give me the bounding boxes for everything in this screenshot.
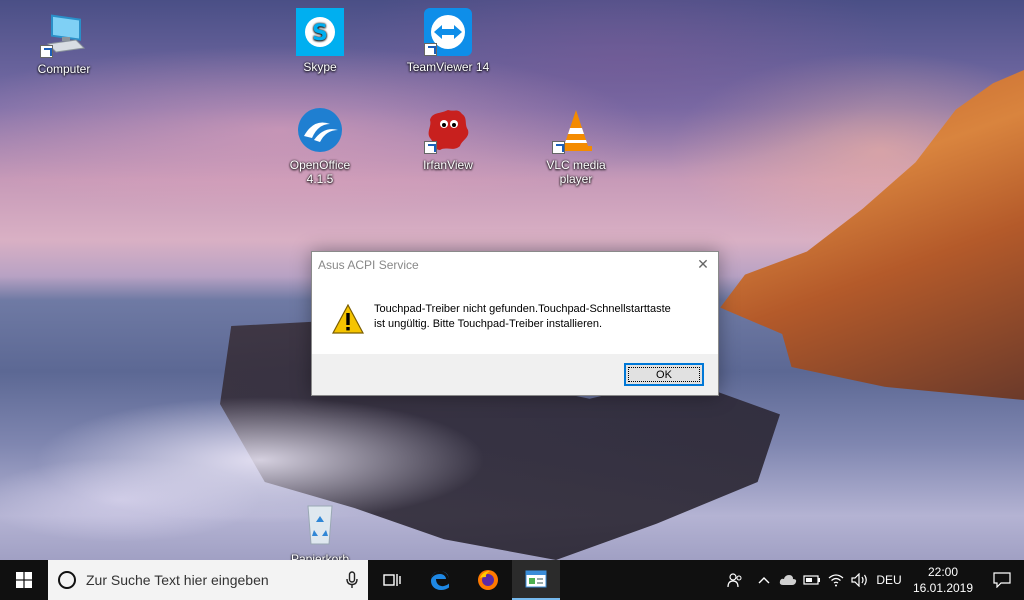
recycle-bin-icon bbox=[296, 500, 344, 548]
shortcut-arrow-icon bbox=[424, 43, 437, 56]
dialog-message-line: Touchpad-Treiber nicht gefunden.Touchpad… bbox=[374, 303, 671, 315]
asus-acpi-dialog: Asus ACPI Service ✕ Touchpad-Treiber nic… bbox=[311, 251, 719, 396]
show-hidden-icons-button[interactable] bbox=[752, 560, 776, 600]
cortana-icon bbox=[58, 571, 76, 589]
close-icon[interactable]: ✕ bbox=[688, 252, 718, 278]
chevron-up-icon bbox=[758, 577, 770, 584]
people-icon bbox=[727, 573, 742, 588]
taskbar: Zur Suche Text hier eingeben DEU 22:00 1… bbox=[0, 560, 1024, 600]
system-tray: DEU 22:00 16.01.2019 bbox=[718, 560, 1024, 600]
onedrive-button[interactable] bbox=[776, 560, 800, 600]
clock[interactable]: 22:00 16.01.2019 bbox=[906, 564, 980, 596]
battery-button[interactable] bbox=[800, 560, 824, 600]
shortcut-arrow-icon bbox=[40, 45, 53, 58]
shortcut-arrow-icon bbox=[552, 141, 565, 154]
input-language-indicator[interactable]: DEU bbox=[872, 560, 906, 600]
dialog-message: Touchpad-Treiber nicht gefunden.Touchpad… bbox=[374, 302, 671, 332]
dialog-message-line: ist ungültig. Bitte Touchpad-Treiber ins… bbox=[374, 318, 603, 330]
computer-icon bbox=[40, 10, 88, 58]
skype-icon: S bbox=[296, 8, 344, 56]
application-window-icon bbox=[525, 570, 547, 588]
desktop-icon-openoffice[interactable]: OpenOffice 4.1.5 bbox=[275, 106, 365, 186]
desktop-icon-teamviewer[interactable]: TeamViewer 14 bbox=[403, 8, 493, 74]
desktop-icon-recycle-bin[interactable]: Papierkorb bbox=[275, 500, 365, 566]
wifi-icon bbox=[828, 574, 844, 587]
search-placeholder: Zur Suche Text hier eingeben bbox=[86, 572, 269, 588]
firefox-icon bbox=[478, 570, 498, 590]
task-view-button[interactable] bbox=[368, 560, 416, 600]
shortcut-arrow-icon bbox=[424, 141, 437, 154]
action-center-button[interactable] bbox=[980, 560, 1024, 600]
desktop-icon-label: VLC media player bbox=[546, 158, 606, 186]
people-button[interactable] bbox=[718, 560, 752, 600]
taskbar-firefox-button[interactable] bbox=[464, 560, 512, 600]
battery-icon bbox=[803, 575, 820, 585]
desktop-icon-label: Skype bbox=[303, 60, 337, 74]
task-view-icon bbox=[383, 574, 401, 586]
desktop-icon-skype[interactable]: S Skype bbox=[275, 8, 365, 74]
network-button[interactable] bbox=[824, 560, 848, 600]
cloud-icon bbox=[779, 575, 797, 585]
desktop-icon-label: Computer bbox=[37, 62, 91, 76]
clock-time: 22:00 bbox=[927, 565, 959, 579]
taskbar-asus-acpi-button[interactable] bbox=[512, 560, 560, 600]
teamviewer-icon bbox=[424, 8, 472, 56]
dialog-footer: OK bbox=[312, 354, 718, 395]
irfanview-icon bbox=[424, 106, 472, 154]
svg-text:S: S bbox=[312, 21, 328, 46]
microphone-icon[interactable] bbox=[346, 571, 358, 589]
desktop-icon-label: TeamViewer 14 bbox=[406, 60, 490, 74]
clock-date: 16.01.2019 bbox=[912, 581, 974, 595]
warning-icon bbox=[332, 304, 364, 334]
volume-button[interactable] bbox=[848, 560, 872, 600]
speaker-icon bbox=[851, 573, 867, 587]
desktop-icon-label: OpenOffice 4.1.5 bbox=[289, 158, 351, 186]
vlc-cone-icon bbox=[552, 106, 600, 154]
edge-icon bbox=[431, 571, 449, 590]
search-box[interactable]: Zur Suche Text hier eingeben bbox=[48, 560, 368, 600]
desktop-icon-label: IrfanView bbox=[423, 158, 473, 172]
desktop-icon-vlc[interactable]: VLC media player bbox=[531, 106, 621, 186]
desktop-icon-irfanview[interactable]: IrfanView bbox=[403, 106, 493, 172]
dialog-titlebar[interactable]: Asus ACPI Service ✕ bbox=[312, 252, 718, 278]
start-button[interactable] bbox=[0, 560, 48, 600]
windows-logo-icon bbox=[16, 572, 32, 588]
dialog-title: Asus ACPI Service bbox=[318, 258, 419, 272]
notification-icon bbox=[993, 572, 1011, 588]
taskbar-edge-button[interactable] bbox=[416, 560, 464, 600]
desktop-icon-computer[interactable]: Computer bbox=[19, 10, 109, 76]
dialog-body: Touchpad-Treiber nicht gefunden.Touchpad… bbox=[312, 278, 718, 354]
ok-button[interactable]: OK bbox=[624, 363, 704, 386]
wallpaper-cliff bbox=[720, 70, 1024, 400]
openoffice-icon bbox=[296, 106, 344, 154]
